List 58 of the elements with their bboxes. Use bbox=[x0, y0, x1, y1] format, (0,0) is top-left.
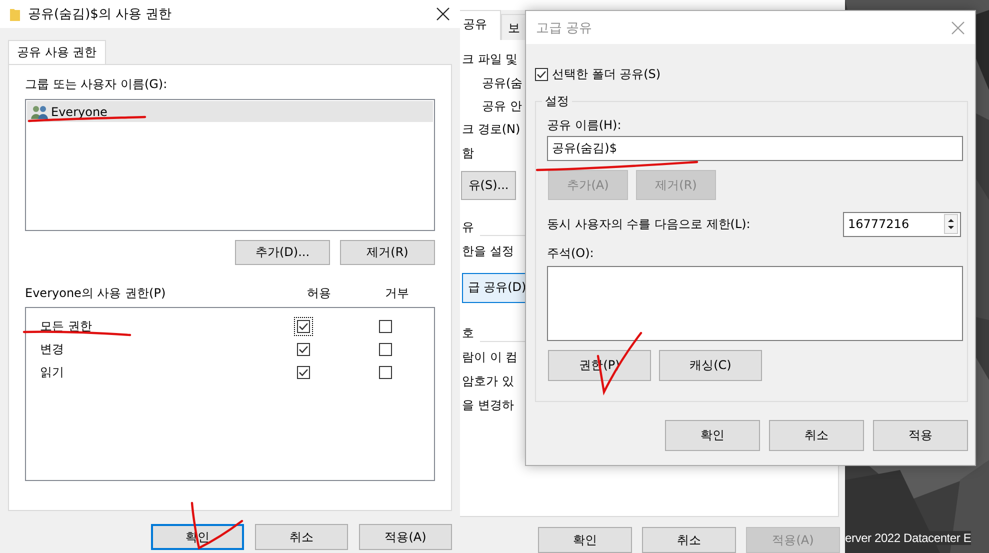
properties-text: 함 bbox=[462, 145, 474, 162]
properties-text: 크 경로(N) bbox=[462, 121, 520, 138]
permission-name: 읽기 bbox=[40, 364, 64, 381]
properties-text: 을 변경하 bbox=[462, 397, 514, 414]
share-name-field[interactable]: 공유(숨김)$ bbox=[547, 136, 963, 161]
dialog-button[interactable]: 취소 bbox=[642, 527, 736, 553]
section-title: 유 bbox=[462, 218, 474, 236]
properties-text: 암호가 있 bbox=[462, 373, 514, 390]
field-label: 주석(O): bbox=[547, 245, 594, 262]
dialog-button[interactable]: 취소 bbox=[255, 524, 348, 550]
deny-checkbox[interactable] bbox=[376, 317, 395, 336]
dialog-button[interactable]: 적용 bbox=[873, 420, 968, 451]
field-label: 동시 사용자의 수를 다음으로 제한(L): bbox=[547, 216, 752, 232]
dialog-button[interactable]: 취소 bbox=[769, 420, 864, 451]
principal-list[interactable]: Everyone bbox=[25, 99, 435, 231]
checkmark-icon bbox=[298, 344, 309, 355]
column-header: 허용 bbox=[307, 285, 332, 302]
close-icon[interactable] bbox=[436, 7, 450, 21]
checkmark-icon bbox=[536, 69, 547, 80]
dialog-button[interactable]: 확인 bbox=[538, 527, 632, 553]
users-icon bbox=[31, 104, 49, 118]
checkbox-label: 선택한 폴더 공유(S) bbox=[552, 66, 661, 83]
group-title: 설정 bbox=[542, 93, 572, 110]
permission-name: 변경 bbox=[40, 341, 64, 358]
share-checkbox[interactable] bbox=[532, 65, 551, 84]
tab[interactable]: 공유 사용 권한 bbox=[8, 40, 106, 64]
principal-name[interactable]: Everyone bbox=[51, 104, 108, 118]
field-label: 공유 이름(H): bbox=[547, 116, 622, 134]
dialog-button[interactable]: 확인 bbox=[665, 420, 760, 451]
column-header: 거부 bbox=[385, 285, 410, 302]
section-title: 호 bbox=[462, 324, 474, 342]
allow-checkbox[interactable] bbox=[294, 317, 313, 336]
spin-arrows-icon[interactable] bbox=[944, 214, 958, 234]
folder-icon bbox=[10, 7, 20, 21]
properties-button[interactable]: 유(S)... bbox=[461, 171, 516, 200]
deny-checkbox[interactable] bbox=[376, 363, 395, 382]
checkmark-icon bbox=[298, 321, 309, 332]
properties-text: 한을 설정 bbox=[462, 243, 514, 260]
properties-text: 크 파일 및 bbox=[462, 51, 518, 68]
group-button[interactable]: 캐싱(C) bbox=[659, 350, 762, 381]
allow-checkbox[interactable] bbox=[294, 363, 313, 382]
group-label: 그룹 또는 사용자 이름(G): bbox=[25, 76, 168, 92]
deny-checkbox[interactable] bbox=[376, 340, 395, 359]
desktop-watermark-text: erver 2022 Datacenter E bbox=[845, 531, 972, 545]
properties-text: 람이 이 컴 bbox=[462, 349, 518, 366]
list-button[interactable]: 제거(R) bbox=[340, 240, 435, 265]
dialog-button[interactable]: 적용(A) bbox=[359, 524, 452, 550]
window-title: 고급 공유 bbox=[536, 20, 594, 36]
comment-field[interactable] bbox=[547, 266, 963, 341]
properties-text: 공유 안 bbox=[482, 98, 522, 115]
permissions-label: Everyone의 사용 권한(P) bbox=[25, 285, 167, 302]
spinner-value: 16777216 bbox=[847, 217, 910, 231]
checkmark-icon bbox=[298, 367, 309, 378]
user-limit-spinner[interactable]: 16777216 bbox=[843, 212, 961, 236]
window-title: 공유(숨김)$의 사용 권한 bbox=[28, 6, 173, 23]
allow-checkbox[interactable] bbox=[294, 340, 313, 359]
properties-text: 공유(숨 bbox=[482, 74, 523, 92]
list-button[interactable]: 추가(D)... bbox=[235, 240, 330, 265]
